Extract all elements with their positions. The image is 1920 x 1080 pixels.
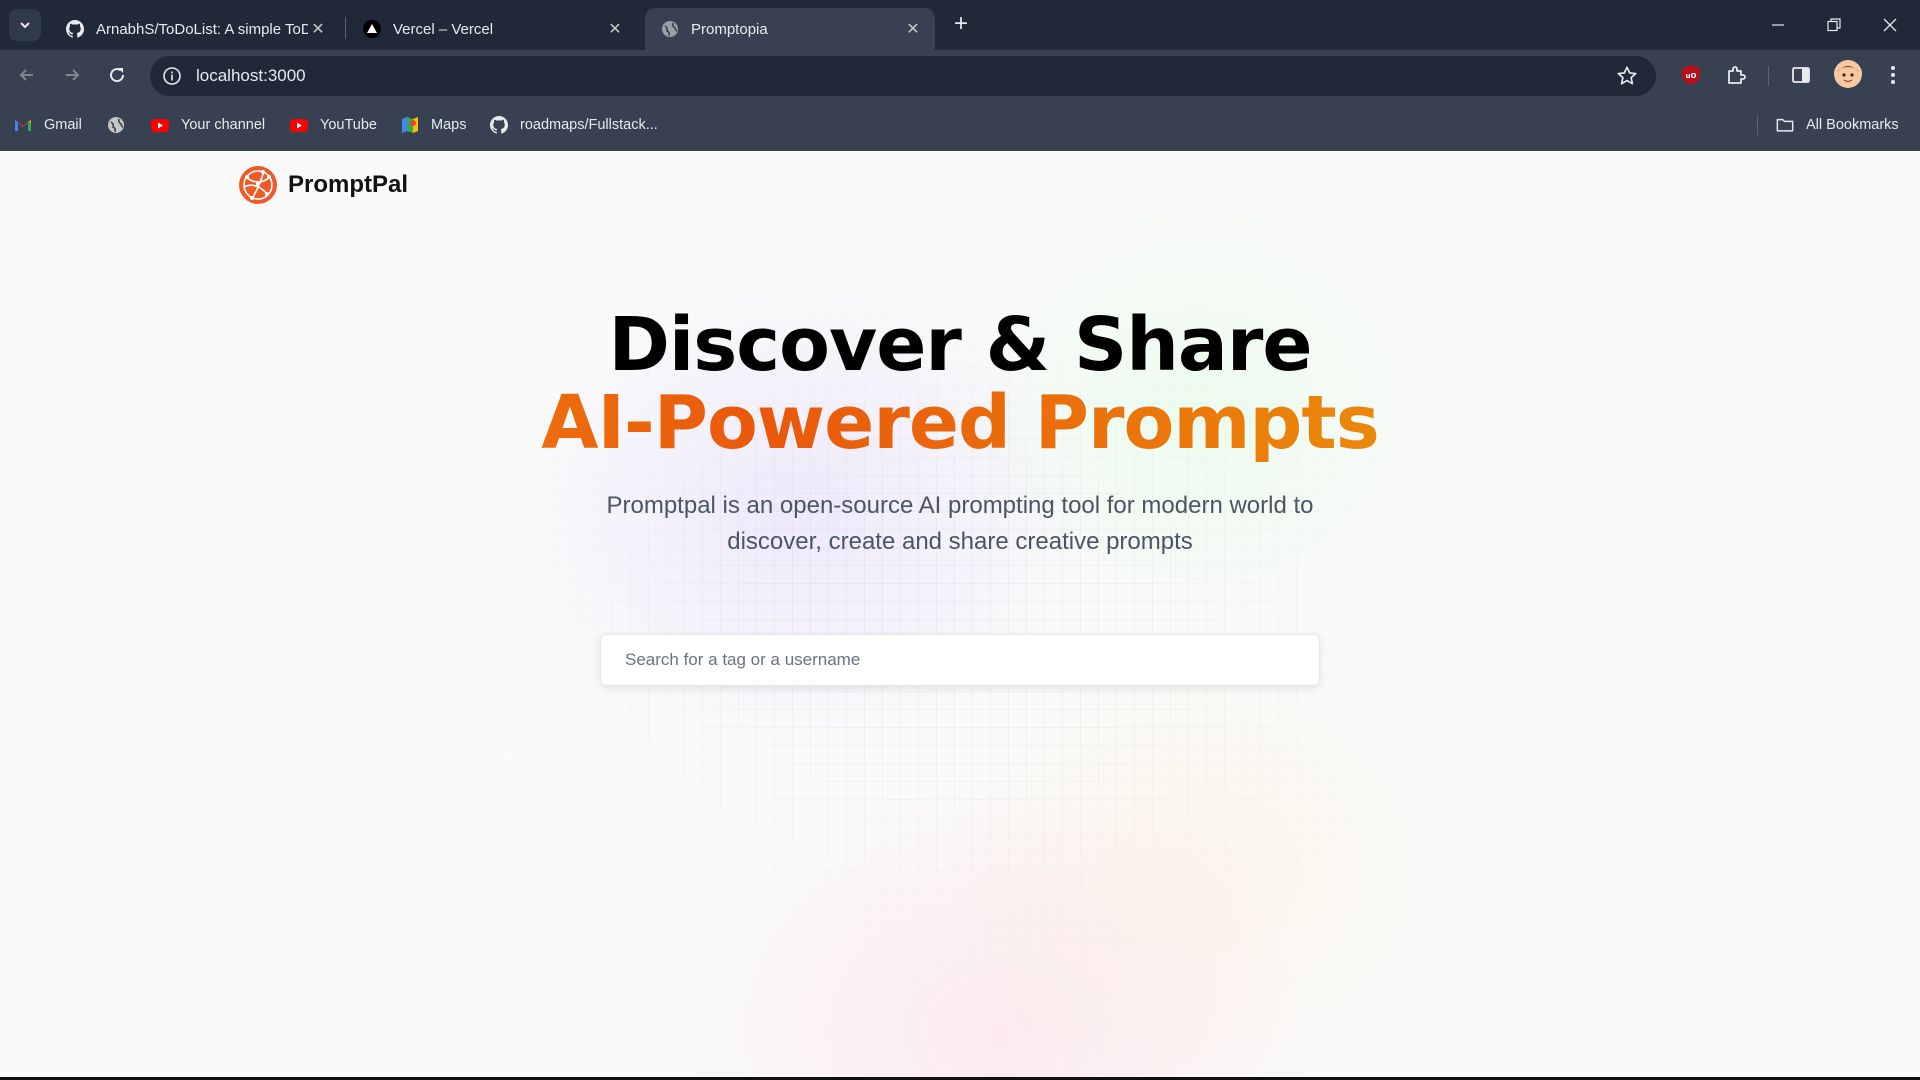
url-text[interactable]: localhost:3000	[196, 66, 306, 86]
back-button[interactable]	[11, 59, 43, 91]
site-info-icon[interactable]	[160, 64, 184, 88]
tab-search-button[interactable]	[9, 9, 41, 41]
logo-icon	[239, 166, 277, 204]
profile-avatar[interactable]	[1834, 60, 1862, 88]
toolbar-divider	[1768, 66, 1769, 86]
search-input[interactable]	[600, 634, 1320, 686]
reload-button[interactable]	[101, 59, 133, 91]
restore-icon	[1827, 18, 1841, 32]
reload-icon	[110, 68, 125, 83]
vercel-icon	[363, 20, 381, 38]
ublock-extension[interactable]: uO	[1678, 62, 1704, 88]
tab-vercel[interactable]: Vercel – Vercel ✕	[347, 8, 637, 50]
star-icon[interactable]	[1616, 65, 1638, 87]
globe-icon	[107, 116, 125, 134]
youtube-icon	[290, 116, 308, 134]
menu-button[interactable]	[1880, 62, 1906, 88]
arrow-right-icon	[66, 69, 80, 81]
bookmark-youtube[interactable]: YouTube	[290, 114, 377, 136]
bookmark-label: roadmaps/Fullstack...	[520, 117, 658, 133]
headline: Discover & Share AI-Powered Prompts	[0, 306, 1920, 462]
close-icon	[1883, 18, 1897, 32]
page-viewport: PromptPal Discover & Share AI-Powered Pr…	[0, 151, 1920, 1080]
svg-text:uO: uO	[1686, 72, 1697, 80]
all-bookmarks-label: All Bookmarks	[1806, 117, 1899, 133]
tab-strip: ArnabhS/ToDoList: A simple ToDo ✕ Vercel…	[0, 0, 1920, 50]
bookmark-globe[interactable]	[107, 114, 137, 136]
headline-line-1: Discover & Share	[608, 302, 1312, 388]
tab-github[interactable]: ArnabhS/ToDoList: A simple ToDo ✕	[50, 8, 340, 50]
close-icon[interactable]: ✕	[605, 19, 625, 39]
side-panel-button[interactable]	[1788, 62, 1814, 88]
close-icon[interactable]: ✕	[903, 19, 923, 39]
forward-button[interactable]	[56, 59, 88, 91]
restore-button[interactable]	[1806, 0, 1862, 50]
bookmark-gmail[interactable]: Gmail	[14, 114, 82, 136]
ublock-icon: uO	[1682, 65, 1700, 85]
avatar-icon	[1834, 60, 1862, 88]
tab-divider	[345, 17, 346, 39]
browser-toolbar: localhost:3000 uO	[0, 50, 1920, 100]
globe-icon	[661, 20, 679, 38]
bookmark-maps[interactable]: Maps	[401, 114, 466, 136]
bookmark-your-channel[interactable]: Your channel	[151, 114, 265, 136]
tab-promptopia[interactable]: Promptopia ✕	[645, 8, 935, 50]
hero-description: Promptpal is an open-source AI prompting…	[606, 492, 1314, 555]
tab-title: ArnabhS/ToDoList: A simple ToDo	[96, 20, 308, 38]
more-vert-icon	[1891, 66, 1895, 84]
arrow-left-icon	[19, 69, 33, 81]
chevron-down-icon	[20, 22, 30, 29]
logo-text: PromptPal	[288, 171, 409, 198]
puzzle-icon	[1728, 66, 1746, 84]
github-icon	[490, 116, 508, 134]
bookmark-label: Maps	[431, 117, 467, 133]
side-panel-icon	[1792, 67, 1810, 83]
minimize-icon	[1772, 24, 1784, 26]
bookmarks-divider	[1757, 115, 1758, 135]
bookmark-roadmaps[interactable]: roadmaps/Fullstack...	[490, 114, 658, 136]
close-icon[interactable]: ✕	[308, 19, 328, 39]
bookmarks-bar: Gmail Your channel YouTube Maps roadmaps…	[0, 100, 1920, 151]
github-icon	[66, 20, 84, 38]
maps-icon	[401, 116, 419, 134]
new-tab-button[interactable]: +	[948, 12, 974, 38]
tab-title: Promptopia	[691, 20, 768, 38]
all-bookmarks-button[interactable]: All Bookmarks	[1776, 114, 1899, 136]
headline-line-2: AI-Powered Prompts	[0, 384, 1920, 462]
extensions-button[interactable]	[1723, 62, 1749, 88]
gmail-icon	[14, 116, 32, 134]
close-window-button[interactable]	[1862, 0, 1918, 50]
background-grid	[0, 151, 1920, 1080]
hero-section: Discover & Share AI-Powered Prompts Prom…	[0, 306, 1920, 560]
folder-icon	[1776, 116, 1794, 134]
site-logo[interactable]: PromptPal	[238, 165, 408, 205]
youtube-icon	[151, 116, 169, 134]
bookmark-label: YouTube	[320, 117, 377, 133]
bookmark-label: Your channel	[181, 117, 266, 133]
tab-title: Vercel – Vercel	[393, 20, 494, 38]
bookmark-label: Gmail	[44, 117, 82, 133]
address-bar[interactable]: localhost:3000	[150, 56, 1656, 96]
minimize-button[interactable]	[1750, 0, 1806, 50]
